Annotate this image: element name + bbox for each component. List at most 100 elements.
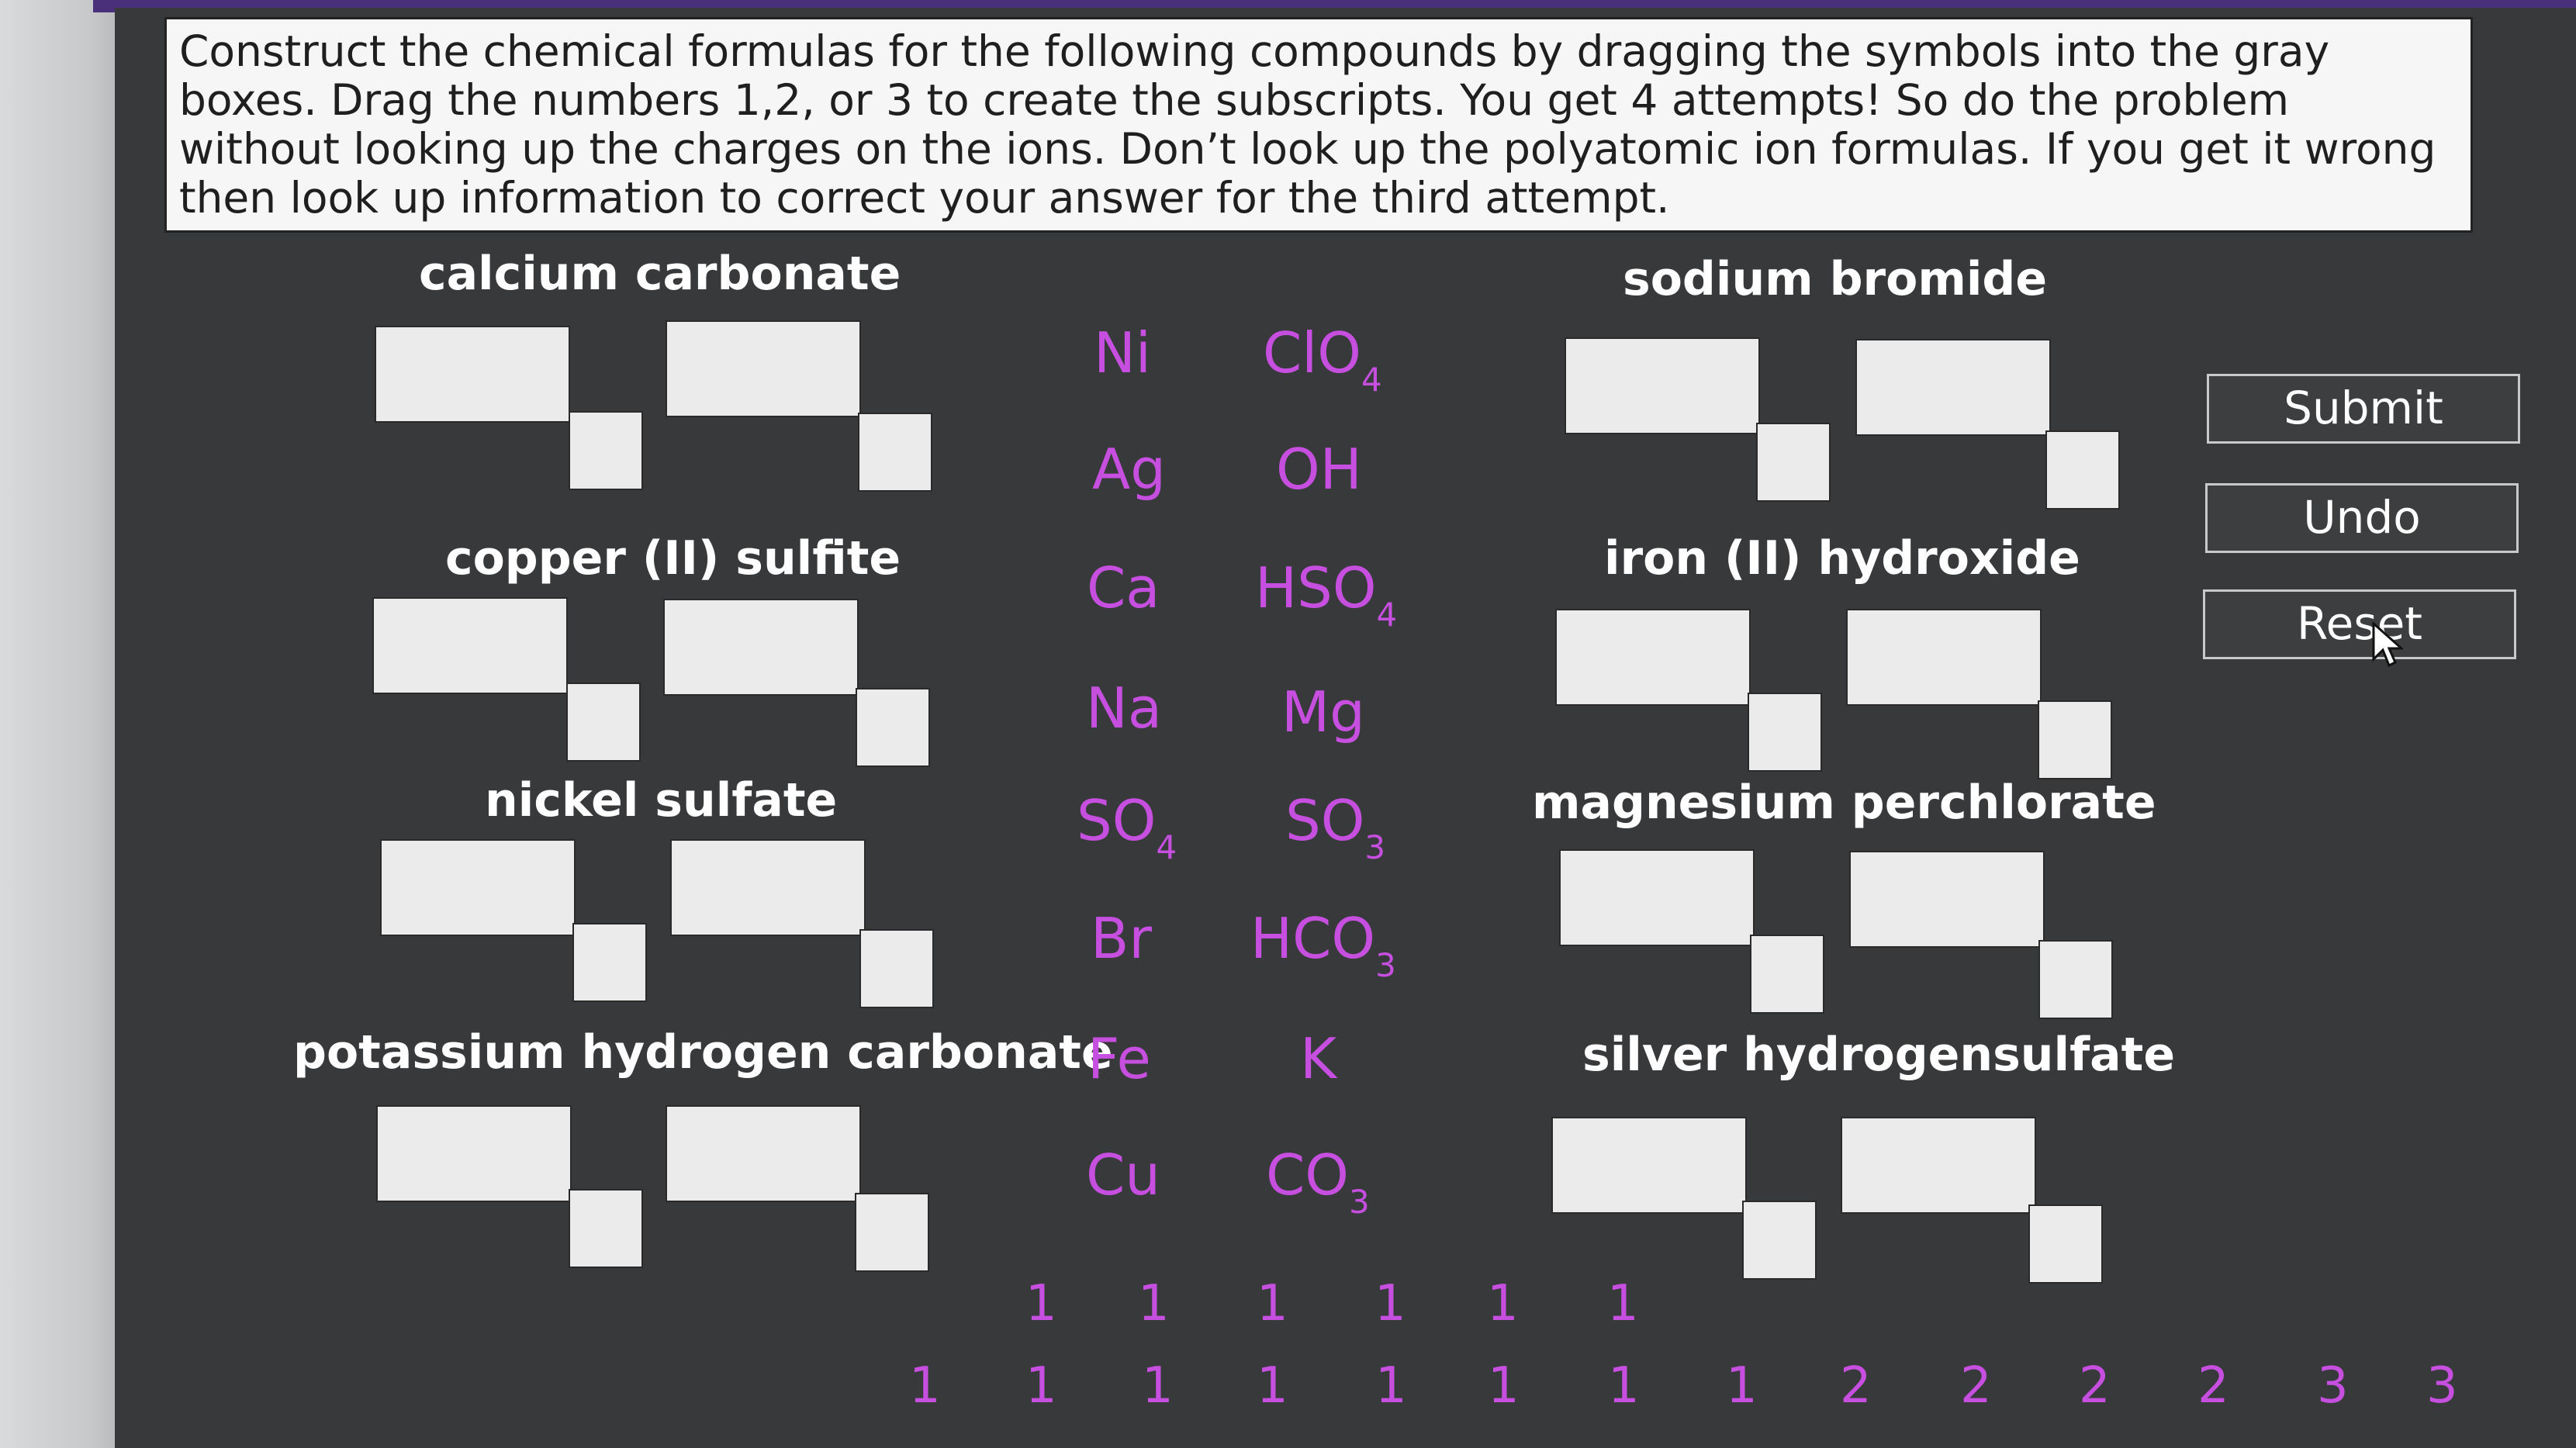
symbol-tile[interactable]: HCO3	[1250, 906, 1396, 984]
submit-button[interactable]: Submit	[2207, 374, 2520, 444]
drop-box-symbol[interactable]	[666, 320, 861, 417]
symbol-main: Mg	[1281, 679, 1365, 745]
drop-box-symbol[interactable]	[1855, 339, 2051, 436]
number-tile[interactable]: 1	[1726, 1359, 1758, 1413]
number-tile[interactable]: 3	[2426, 1359, 2458, 1413]
symbol-tile[interactable]: SO4	[1077, 788, 1177, 866]
number-tile[interactable]: 1	[1025, 1359, 1057, 1413]
drop-box-symbol[interactable]	[1551, 1117, 1747, 1214]
symbol-tile[interactable]: SO3	[1285, 788, 1385, 866]
drop-box-subscript[interactable]	[1756, 423, 1831, 502]
symbol-subscript: 4	[1376, 596, 1398, 634]
mouse-cursor-icon	[2372, 622, 2403, 668]
number-tile[interactable]: 2	[1960, 1359, 1992, 1413]
compound-label-sodium-bromide: sodium bromide	[1623, 252, 2048, 306]
symbol-tile[interactable]: OH	[1276, 438, 1362, 509]
symbol-tile[interactable]: Na	[1086, 677, 1162, 748]
drop-box-subscript[interactable]	[569, 1189, 643, 1268]
drop-box-symbol[interactable]	[1841, 1117, 2036, 1214]
symbol-main: HSO	[1255, 555, 1377, 620]
drop-box-symbol[interactable]	[1849, 851, 2045, 948]
number-tile[interactable]: 1	[1375, 1359, 1407, 1413]
symbol-main: SO	[1285, 788, 1365, 853]
number-tile[interactable]: 1	[1374, 1277, 1406, 1331]
drop-box-subscript[interactable]	[572, 923, 647, 1002]
symbol-main: Na	[1086, 676, 1162, 741]
drop-box-symbol[interactable]	[1846, 609, 2042, 706]
number-tile[interactable]: 1	[1138, 1277, 1170, 1331]
symbol-tile[interactable]: K	[1300, 1028, 1336, 1098]
symbol-tile[interactable]: Fe	[1087, 1028, 1151, 1098]
compound-label-magnesium-perchlorate: magnesium perchlorate	[1532, 776, 2156, 830]
drop-box-subscript[interactable]	[2045, 430, 2120, 510]
symbol-tile[interactable]: Ca	[1087, 557, 1160, 627]
drop-box-symbol[interactable]	[380, 839, 576, 936]
symbol-tile[interactable]: Br	[1091, 907, 1152, 978]
compound-label-copper-sulfite: copper (II) sulfite	[445, 531, 901, 586]
symbol-tile[interactable]: CO3	[1266, 1142, 1370, 1221]
symbol-subscript: 4	[1156, 828, 1177, 866]
compound-label-silver-hydrogensulfate: silver hydrogensulfate	[1582, 1028, 2176, 1082]
reset-button[interactable]: Reset	[2203, 589, 2516, 659]
drop-box-subscript[interactable]	[856, 688, 930, 767]
drop-box-subscript[interactable]	[569, 411, 643, 490]
drop-box-subscript[interactable]	[566, 683, 641, 762]
number-tile[interactable]: 2	[2197, 1359, 2229, 1413]
drop-box-symbol[interactable]	[1559, 849, 1755, 946]
symbol-main: K	[1300, 1026, 1337, 1091]
number-tile[interactable]: 1	[1025, 1277, 1057, 1331]
compound-label-iron-hydroxide: iron (II) hydroxide	[1604, 531, 2080, 586]
number-tile[interactable]: 1	[1608, 1359, 1640, 1413]
number-tile[interactable]: 1	[1257, 1277, 1288, 1331]
drop-box-symbol[interactable]	[670, 839, 866, 936]
drop-box-symbol[interactable]	[375, 326, 570, 423]
symbol-main: CO	[1266, 1142, 1349, 1208]
symbol-main: Ca	[1087, 555, 1160, 620]
compound-label-calcium-carbonate: calcium carbonate	[419, 247, 901, 301]
drop-box-subscript[interactable]	[1748, 693, 1822, 772]
drop-box-subscript[interactable]	[858, 413, 932, 492]
compound-label-nickel-sulfate: nickel sulfate	[485, 773, 838, 828]
drop-box-subscript[interactable]	[855, 1193, 929, 1272]
symbol-subscript: 3	[1375, 946, 1396, 984]
symbol-tile[interactable]: ClO4	[1263, 320, 1382, 399]
symbol-main: Ni	[1094, 320, 1151, 385]
drop-box-subscript[interactable]	[859, 929, 934, 1008]
number-tile[interactable]: 1	[1142, 1359, 1174, 1413]
symbol-main: ClO	[1263, 320, 1361, 385]
monitor-bezel	[0, 0, 116, 1448]
number-tile[interactable]: 2	[2079, 1359, 2111, 1413]
number-tile[interactable]: 1	[1257, 1359, 1288, 1413]
compound-label-potassium-hydrogen-carbonate: potassium hydrogen carbonate	[293, 1025, 1113, 1080]
drop-box-symbol[interactable]	[666, 1105, 861, 1202]
symbol-tile[interactable]: HSO4	[1255, 555, 1397, 634]
symbol-main: Br	[1091, 906, 1152, 971]
number-tile[interactable]: 3	[2317, 1359, 2349, 1413]
drop-box-symbol[interactable]	[1565, 337, 1760, 434]
drop-box-symbol[interactable]	[663, 599, 859, 696]
symbol-main: HCO	[1250, 906, 1376, 971]
number-tile[interactable]: 1	[1488, 1359, 1520, 1413]
drop-box-subscript[interactable]	[1742, 1201, 1817, 1280]
symbol-main: SO	[1077, 788, 1157, 853]
drop-box-subscript[interactable]	[2038, 700, 2112, 779]
symbol-tile[interactable]: Ni	[1094, 322, 1151, 392]
symbol-subscript: 3	[1348, 1183, 1370, 1221]
symbol-tile[interactable]: Ag	[1092, 438, 1166, 509]
drop-box-subscript[interactable]	[2028, 1204, 2103, 1284]
symbol-tile[interactable]: Cu	[1086, 1144, 1160, 1215]
number-tile[interactable]: 1	[1607, 1277, 1639, 1331]
drop-box-symbol[interactable]	[376, 1105, 572, 1202]
drop-box-symbol[interactable]	[372, 597, 568, 694]
symbol-tile[interactable]: Mg	[1281, 681, 1365, 752]
symbol-main: Ag	[1092, 437, 1166, 502]
undo-button[interactable]: Undo	[2205, 483, 2519, 553]
symbol-main: Fe	[1087, 1026, 1151, 1091]
number-tile[interactable]: 1	[909, 1359, 941, 1413]
number-tile[interactable]: 2	[1840, 1359, 1872, 1413]
drop-box-subscript[interactable]	[2038, 940, 2113, 1019]
number-tile[interactable]: 1	[1487, 1277, 1519, 1331]
symbol-subscript: 4	[1361, 361, 1382, 399]
drop-box-symbol[interactable]	[1555, 609, 1751, 706]
drop-box-subscript[interactable]	[1750, 935, 1824, 1014]
